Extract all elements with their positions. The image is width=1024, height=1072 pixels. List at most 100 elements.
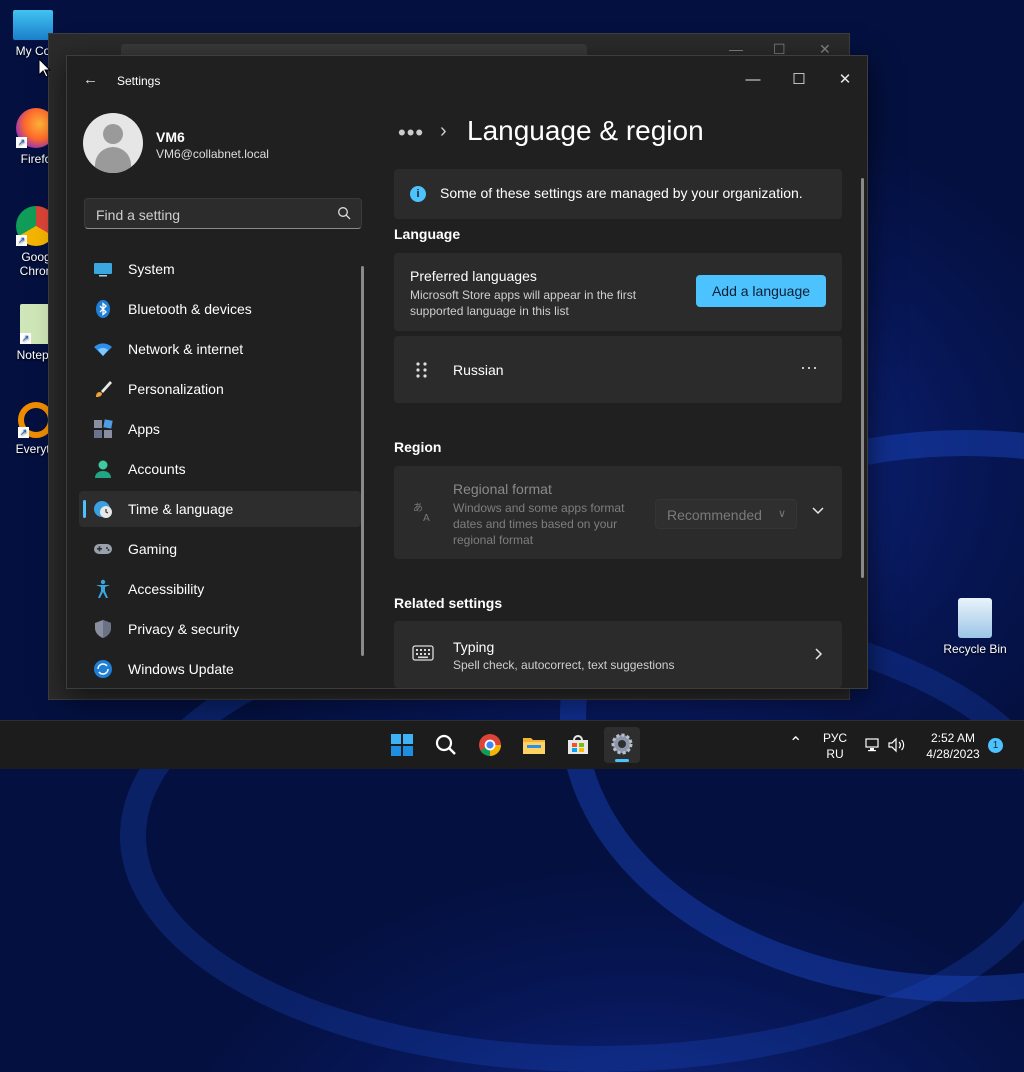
content-scrollbar[interactable] (861, 178, 864, 578)
sidebar-nav: System Bluetooth & devices Network & int… (79, 251, 361, 688)
sidebar-item-label: Time & language (128, 501, 234, 517)
active-app-indicator (615, 759, 629, 762)
regional-format-value: Recommended (667, 507, 762, 523)
regional-format-select[interactable]: Recommended ∨ (655, 499, 797, 529)
notification-badge[interactable]: 1 (988, 738, 1003, 753)
desktop-icon-label: Recycle Bin (943, 642, 1007, 656)
mouse-cursor-icon (38, 58, 52, 78)
tray-overflow-chevron-up-icon[interactable]: ⌃ (789, 733, 802, 753)
folder-icon (523, 738, 545, 754)
settings-window: ← Settings — ☐ ✕ VM6 VM6@collabnet.local… (66, 55, 868, 689)
recycle-bin-icon (958, 598, 992, 638)
sidebar-item-system[interactable]: System (79, 251, 361, 287)
svg-text:A: A (423, 513, 430, 524)
regional-format-title: Regional format (453, 481, 552, 497)
clock-time[interactable]: 2:52 AM (915, 731, 991, 745)
sidebar-item-bluetooth[interactable]: Bluetooth & devices (79, 291, 361, 327)
close-button[interactable]: ✕ (822, 64, 867, 96)
sidebar-item-label: Personalization (128, 381, 224, 397)
input-language-bottom[interactable]: RU (821, 747, 849, 761)
language-row-russian[interactable]: Russian ··· (394, 336, 842, 403)
search-icon (435, 734, 456, 755)
select-chevron-down-icon: ∨ (777, 508, 786, 520)
sidebar-item-privacy[interactable]: Privacy & security (79, 611, 361, 647)
managed-notice: i Some of these settings are managed by … (394, 169, 842, 219)
regional-format-description: Windows and some apps format dates and t… (453, 501, 625, 547)
taskbar-file-explorer[interactable] (516, 727, 552, 763)
windows-logo-icon (391, 734, 413, 756)
search-box[interactable] (84, 198, 362, 229)
sidebar-item-label: Network & internet (128, 341, 244, 357)
search-input[interactable] (94, 205, 328, 225)
taskbar-settings[interactable] (604, 727, 640, 763)
breadcrumb-more[interactable]: ••• (398, 120, 424, 146)
chevron-right-icon (815, 648, 823, 660)
typing-settings-row[interactable]: Typing Spell check, autocorrect, text su… (394, 621, 842, 688)
sidebar-item-personalization[interactable]: Personalization (79, 371, 361, 407)
typing-title: Typing (453, 639, 495, 655)
user-name: VM6 (156, 129, 185, 145)
taskbar-search-button[interactable] (428, 727, 464, 763)
title-bar: ← Settings — ☐ ✕ (67, 56, 867, 104)
avatar-torso (95, 147, 131, 173)
more-options-icon[interactable]: ··· (798, 358, 820, 380)
avatar[interactable] (83, 113, 143, 173)
sidebar-item-label: Bluetooth & devices (128, 301, 252, 317)
store-bag-icon (568, 735, 588, 754)
start-button[interactable] (384, 727, 420, 763)
drag-handle-icon[interactable] (415, 361, 429, 379)
sidebar-item-windows-update[interactable]: Windows Update (79, 651, 361, 687)
sidebar-item-label: Windows Update (128, 661, 234, 677)
managed-notice-text: Some of these settings are managed by yo… (440, 185, 803, 201)
sidebar-item-apps[interactable]: Apps (79, 411, 361, 447)
sidebar-item-label: Accessibility (128, 581, 205, 597)
page-title: Language & region (467, 115, 704, 146)
gear-icon (611, 733, 633, 755)
sidebar-item-label: System (128, 261, 175, 277)
section-heading-related: Related settings (394, 595, 503, 611)
regional-format-icon: あA (413, 502, 430, 524)
breadcrumb-separator: › (440, 120, 447, 142)
globe-clock-icon (94, 501, 112, 518)
maximize-button[interactable]: ☐ (776, 64, 822, 96)
sidebar-item-accessibility[interactable]: Accessibility (79, 571, 361, 607)
desktop-icon-recycle-bin[interactable]: Recycle Bin (940, 598, 1010, 656)
person-icon (95, 460, 111, 478)
info-icon: i (410, 186, 426, 202)
sidebar-scrollbar[interactable] (361, 266, 364, 656)
svg-text:あ: あ (413, 502, 423, 514)
clock-date[interactable]: 4/28/2023 (915, 747, 991, 761)
expand-chevron-down-icon[interactable] (810, 502, 826, 518)
input-language-top[interactable]: РУС (821, 731, 849, 745)
preferred-languages-title: Preferred languages (410, 268, 537, 284)
window-title: Settings (117, 74, 161, 88)
volume-icon[interactable] (888, 737, 906, 753)
taskbar: ⌃ РУС RU 2:52 AM 4/28/2023 1 (0, 720, 1024, 769)
section-heading-region: Region (394, 439, 442, 455)
monitor-icon (94, 263, 112, 277)
update-sync-icon (94, 660, 112, 678)
sidebar-item-time-language[interactable]: Time & language (79, 491, 361, 527)
taskbar-chrome[interactable] (472, 727, 508, 763)
regional-format-card: あA Regional format Windows and some apps… (394, 466, 842, 559)
paintbrush-icon (96, 381, 112, 397)
search-icon (338, 207, 351, 220)
preferred-languages-description: Microsoft Store apps will appear in the … (410, 288, 637, 318)
sidebar-item-gaming[interactable]: Gaming (79, 531, 361, 567)
taskbar-microsoft-store[interactable] (560, 727, 596, 763)
minimize-button[interactable]: — (730, 64, 776, 96)
chrome-icon (479, 734, 501, 756)
sidebar-item-network[interactable]: Network & internet (79, 331, 361, 367)
back-arrow-icon[interactable]: ← (83, 72, 99, 88)
user-email: VM6@collabnet.local (156, 147, 269, 161)
sidebar-item-label: Accounts (128, 461, 186, 477)
sidebar-item-label: Privacy & security (128, 621, 240, 637)
network-icon[interactable] (865, 737, 881, 753)
sidebar-item-accounts[interactable]: Accounts (79, 451, 361, 487)
typing-description: Spell check, autocorrect, text suggestio… (453, 658, 675, 672)
sidebar-item-label: Apps (128, 421, 160, 437)
add-language-button[interactable]: Add a language (696, 275, 826, 307)
avatar-head (103, 124, 123, 144)
shield-icon (95, 620, 111, 638)
language-name: Russian (453, 362, 504, 378)
